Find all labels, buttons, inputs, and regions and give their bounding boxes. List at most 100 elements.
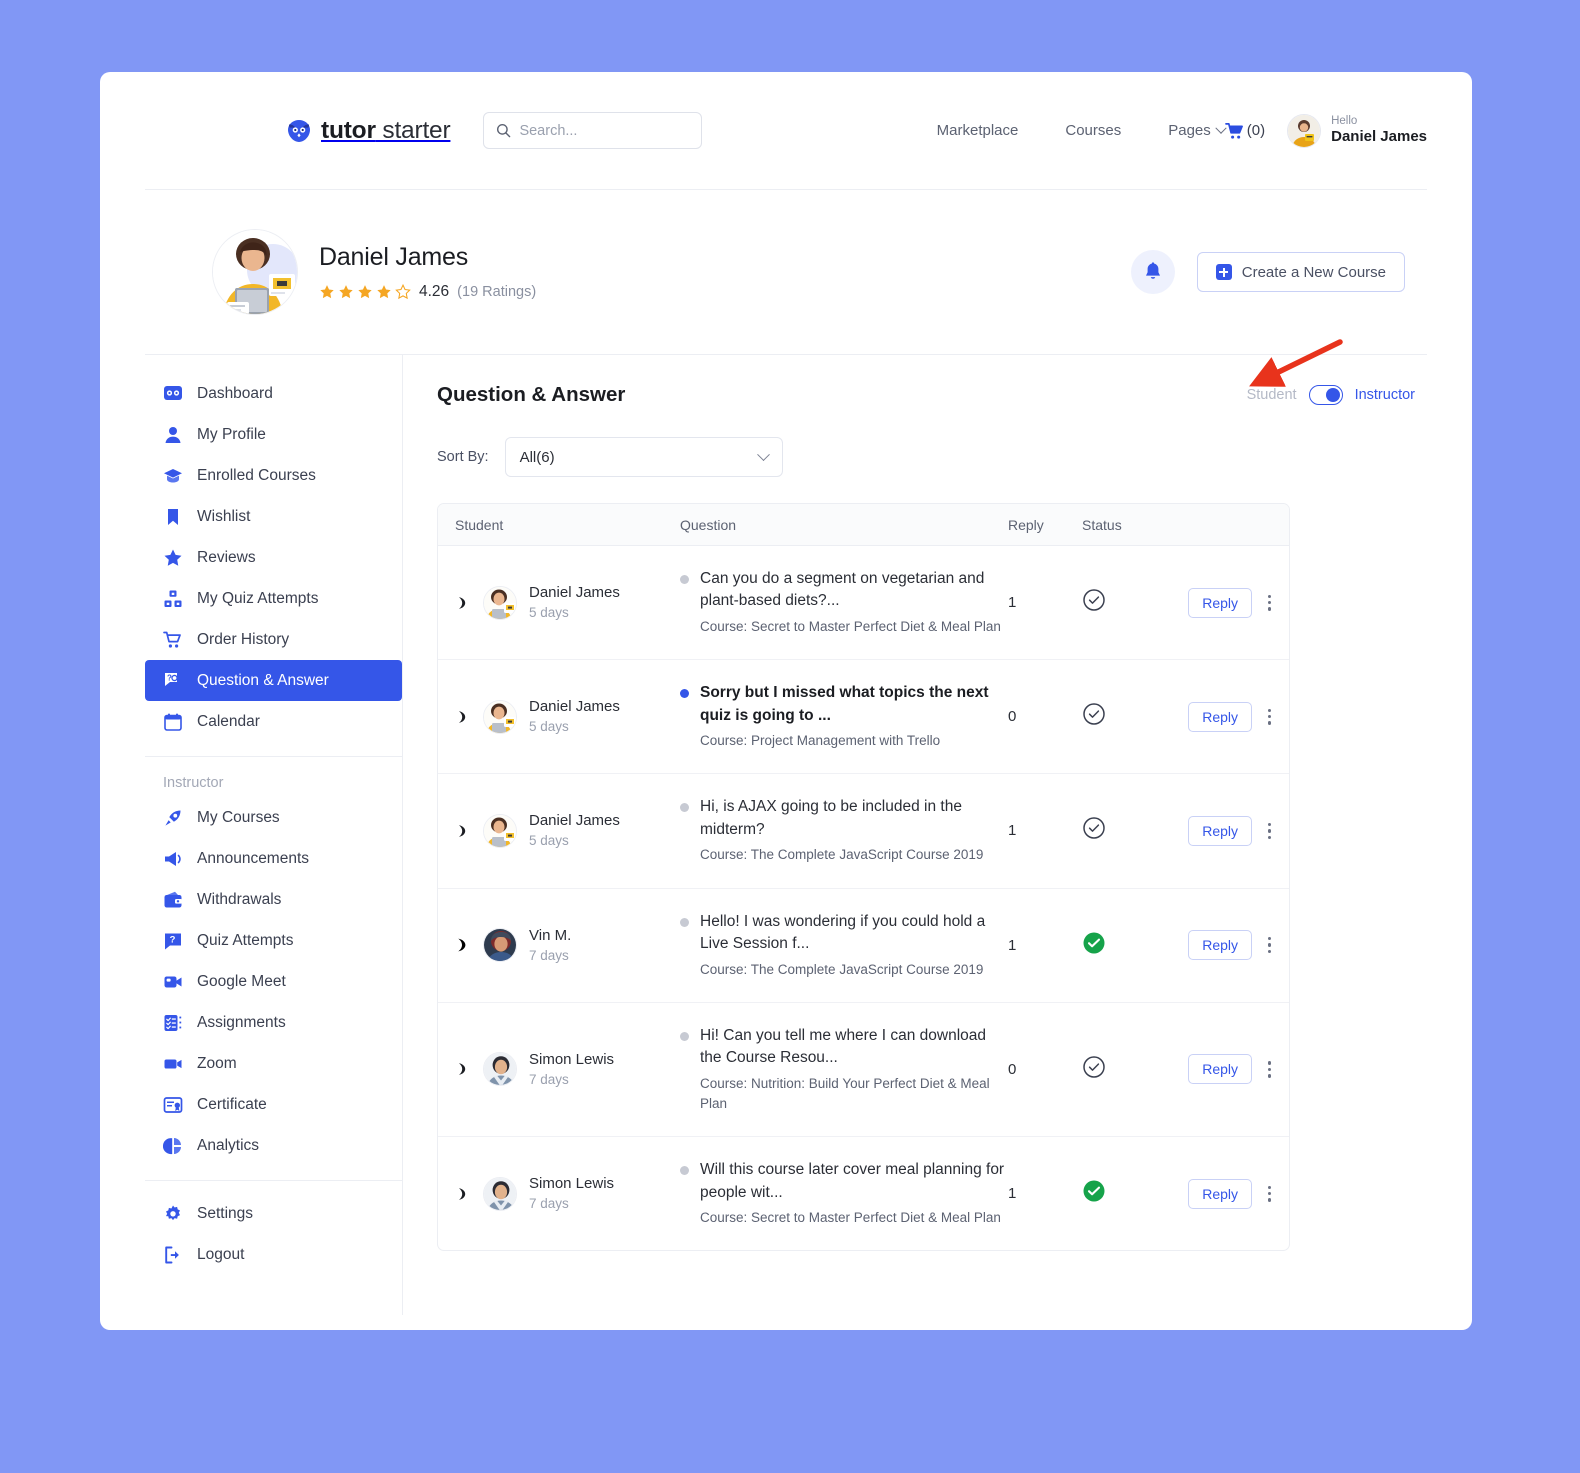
cart-icon (163, 630, 183, 650)
question-title[interactable]: Will this course later cover meal planni… (700, 1159, 1008, 1204)
student-name: Daniel James (529, 696, 620, 717)
sidebar-item-calendar[interactable]: Calendar (145, 701, 402, 742)
nav-courses[interactable]: Courses (1065, 122, 1121, 139)
sidebar-item-logout[interactable]: Logout (145, 1234, 402, 1275)
reply-button[interactable]: Reply (1188, 1054, 1252, 1084)
nav-pages[interactable]: Pages (1168, 122, 1225, 139)
expand-row-icon[interactable] (455, 595, 471, 611)
sidebar-item-assignments[interactable]: Assignments (145, 1002, 402, 1043)
student-cell: Daniel James 5 days (438, 696, 680, 737)
role-toggle-instructor-label[interactable]: Instructor (1355, 387, 1415, 403)
table-row[interactable]: Daniel James 5 days Hi, is AJAX going to… (438, 774, 1289, 888)
role-toggle: Student Instructor (1247, 385, 1415, 405)
student-name: Vin M. (529, 925, 571, 946)
student-avatar (483, 928, 517, 962)
sidebar-item-zoom[interactable]: Zoom (145, 1043, 402, 1084)
sidebar-item-enrolled-courses[interactable]: Enrolled Courses (145, 455, 402, 496)
nav-courses-label: Courses (1065, 122, 1121, 139)
more-options-icon[interactable] (1268, 595, 1272, 611)
question-text-wrap: Hi, is AJAX going to be included in the … (700, 796, 1008, 865)
expand-row-icon[interactable] (455, 1061, 471, 1077)
reply-count: 1 (1008, 822, 1082, 839)
status-pending-icon (1082, 816, 1106, 840)
status-pending-icon (1082, 702, 1106, 726)
sidebar-item-my-profile[interactable]: My Profile (145, 414, 402, 455)
column-header-reply: Reply (1008, 517, 1082, 533)
reply-button[interactable]: Reply (1188, 1179, 1252, 1209)
question-title[interactable]: Hi! Can you tell me where I can download… (700, 1025, 1008, 1070)
certificate-icon (163, 1095, 183, 1115)
zoom-video-icon (163, 1054, 183, 1074)
question-cell: Hello! I was wondering if you could hold… (680, 889, 1008, 1002)
question-time: 5 days (529, 831, 620, 851)
sidebar-item-analytics[interactable]: Analytics (145, 1125, 402, 1166)
column-header-status: Status (1082, 517, 1172, 533)
student-avatar (483, 1052, 517, 1086)
more-options-icon[interactable] (1268, 937, 1272, 953)
question-text-wrap: Hello! I was wondering if you could hold… (700, 911, 1008, 980)
status-badge (1082, 1055, 1172, 1084)
user-menu[interactable]: Hello Daniel James (1287, 114, 1427, 148)
expand-row-icon[interactable] (455, 823, 471, 839)
checklist-icon (163, 1013, 183, 1033)
student-avatar (483, 1177, 517, 1211)
question-title[interactable]: Hi, is AJAX going to be included in the … (700, 796, 1008, 841)
sort-bar: Sort By: All(6) (437, 437, 1427, 477)
unread-dot (680, 1166, 689, 1175)
sidebar-item-label: Reviews (197, 549, 256, 567)
table-row[interactable]: Simon Lewis 7 days Hi! Can you tell me w… (438, 1003, 1289, 1137)
cart-button[interactable]: (0) (1225, 122, 1265, 140)
notifications-button[interactable] (1131, 250, 1175, 294)
role-toggle-student-label[interactable]: Student (1247, 387, 1297, 403)
more-options-icon[interactable] (1268, 709, 1272, 725)
more-options-icon[interactable] (1268, 1061, 1272, 1077)
logout-icon (163, 1245, 183, 1265)
star-icon (376, 284, 392, 300)
table-row[interactable]: Daniel James 5 days Can you do a segment… (438, 546, 1289, 660)
sidebar-item-wishlist[interactable]: Wishlist (145, 496, 402, 537)
nav-marketplace[interactable]: Marketplace (937, 122, 1019, 139)
sidebar-item-certificate[interactable]: Certificate (145, 1084, 402, 1125)
sidebar-item-withdrawals[interactable]: Withdrawals (145, 879, 402, 920)
table-row[interactable]: Vin M. 7 days Hello! I was wondering if … (438, 889, 1289, 1003)
question-title[interactable]: Can you do a segment on vegetarian and p… (700, 568, 1008, 613)
row-actions: Reply (1172, 588, 1289, 618)
role-toggle-switch[interactable] (1309, 385, 1343, 405)
search-input[interactable]: Search... (483, 112, 702, 149)
sort-select[interactable]: All(6) (505, 437, 783, 477)
sidebar-item-announcements[interactable]: Announcements (145, 838, 402, 879)
reply-button[interactable]: Reply (1188, 702, 1252, 732)
sidebar-item-quiz-attempts[interactable]: ? Quiz Attempts (145, 920, 402, 961)
question-title[interactable]: Hello! I was wondering if you could hold… (700, 911, 1008, 956)
svg-text:?: ? (167, 673, 172, 682)
sidebar-item-google-meet[interactable]: Google Meet (145, 961, 402, 1002)
sidebar-item-reviews[interactable]: Reviews (145, 537, 402, 578)
sidebar-item-label: Certificate (197, 1096, 267, 1114)
unread-dot (680, 1032, 689, 1041)
expand-row-icon[interactable] (455, 709, 471, 725)
sidebar-item-question-answer[interactable]: ? Question & Answer (145, 660, 402, 701)
reply-button[interactable]: Reply (1188, 930, 1252, 960)
reply-button[interactable]: Reply (1188, 588, 1252, 618)
status-badge (1082, 702, 1172, 731)
unread-dot (680, 803, 689, 812)
reply-button[interactable]: Reply (1188, 816, 1252, 846)
brand-logo[interactable]: tutor starter (286, 117, 450, 145)
sidebar-item-my-courses[interactable]: My Courses (145, 797, 402, 838)
expand-row-icon[interactable] (455, 1186, 471, 1202)
question-title[interactable]: Sorry but I missed what topics the next … (700, 682, 1008, 727)
table-row[interactable]: Daniel James 5 days Sorry but I missed w… (438, 660, 1289, 774)
create-course-button[interactable]: Create a New Course (1197, 252, 1405, 292)
more-options-icon[interactable] (1268, 1186, 1272, 1202)
site-header: tutor starter Search... Marketplace Cour… (145, 72, 1427, 190)
sidebar-divider (145, 756, 402, 757)
student-cell: Daniel James 5 days (438, 582, 680, 623)
student-info: Simon Lewis 7 days (529, 1049, 614, 1090)
more-options-icon[interactable] (1268, 823, 1272, 839)
sidebar-item-order-history[interactable]: Order History (145, 619, 402, 660)
table-row[interactable]: Simon Lewis 7 days Will this course late… (438, 1137, 1289, 1250)
sidebar-item-my-quiz-attempts[interactable]: My Quiz Attempts (145, 578, 402, 619)
sidebar-item-dashboard[interactable]: Dashboard (145, 373, 402, 414)
expand-row-icon[interactable] (455, 937, 471, 953)
sidebar-item-settings[interactable]: Settings (145, 1193, 402, 1234)
